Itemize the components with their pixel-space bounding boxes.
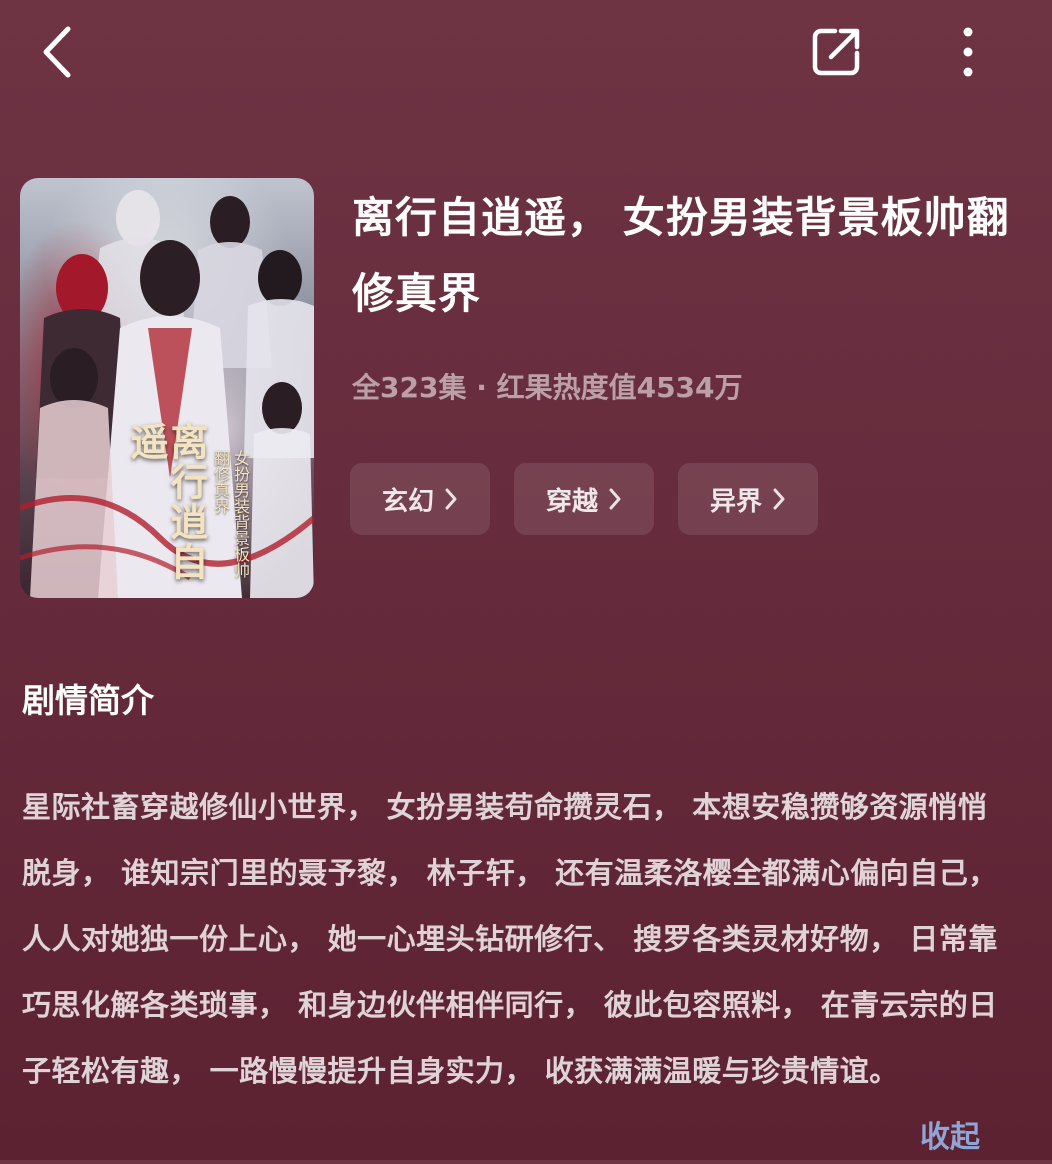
chevron-right-icon bbox=[609, 488, 621, 510]
chevron-right-icon bbox=[445, 488, 457, 510]
tag-label: 穿越 bbox=[545, 486, 598, 517]
chevron-left-icon bbox=[43, 26, 71, 78]
share-button[interactable] bbox=[800, 20, 872, 84]
tag-list: 玄幻 穿越 异界 bbox=[350, 463, 818, 535]
drama-title: 离行自逍遥， 女扮男装背景板帅翻修真界 bbox=[352, 194, 1010, 317]
synopsis-text: 星际社畜穿越修仙小世界， 女扮男装苟命攒灵石， 本想安稳攒够资源悄悄脱身， 谁知… bbox=[22, 790, 998, 1088]
more-vertical-icon bbox=[963, 27, 973, 77]
tag-label: 玄幻 bbox=[381, 486, 434, 517]
back-button[interactable] bbox=[28, 20, 88, 84]
tag-chuanyue[interactable]: 穿越 bbox=[514, 463, 654, 535]
chevron-right-icon bbox=[773, 488, 785, 510]
more-button[interactable] bbox=[940, 20, 996, 84]
share-icon bbox=[812, 28, 860, 76]
cover-image[interactable]: 离行逍自遥 女扮男装背景板帅翻修真界 bbox=[20, 178, 314, 598]
top-bar bbox=[0, 0, 1052, 110]
tag-xuanhuan[interactable]: 玄幻 bbox=[350, 463, 490, 535]
synopsis-heading: 剧情简介 bbox=[22, 681, 154, 720]
tag-yijie[interactable]: 异界 bbox=[678, 463, 818, 535]
tag-label: 异界 bbox=[709, 486, 762, 517]
collapse-button[interactable]: 收起 bbox=[920, 1112, 980, 1164]
cover-subtitle-art: 女扮男装背景板帅翻修真界 bbox=[211, 450, 250, 578]
episode-and-heat: 全323集 · 红果热度值4534万 bbox=[352, 371, 743, 404]
